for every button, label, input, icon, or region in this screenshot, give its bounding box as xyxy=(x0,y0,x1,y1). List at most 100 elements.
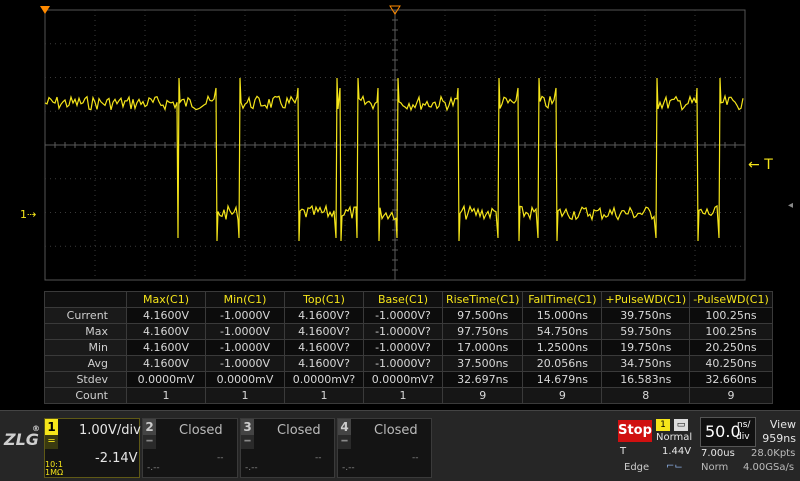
timebase-unit-bottom: div xyxy=(736,432,750,442)
ch4-right-value: -- xyxy=(412,453,419,463)
view-window[interactable]: View 959ns xyxy=(758,417,800,447)
measurement-cell: 17.000ns xyxy=(441,339,524,356)
trigger-level-label: T xyxy=(764,157,773,173)
measurement-row-label: Count xyxy=(44,387,127,404)
measurement-column-header: +PulseWD(C1) xyxy=(601,291,691,308)
arrow-right-icon: ⇢ xyxy=(27,208,37,221)
trigger-level: 1.44V xyxy=(662,446,692,457)
ch3-left-value: -.-- xyxy=(245,463,258,473)
ch3-number: 3 xyxy=(241,419,254,435)
trigger-label: T xyxy=(620,446,627,457)
measurement-cell: 4.1600V xyxy=(126,339,206,356)
brand-logo: ZLG ® xyxy=(4,424,40,456)
oscilloscope-screen: ← T 1⇢ ◂ Max(C1) Min(C1) Top(C1) Base(C1) Ri… xyxy=(0,0,800,480)
measurement-column-header: Max(C1) xyxy=(126,291,206,308)
measurement-row-label: Min xyxy=(44,339,127,356)
ch2-disabled-icon: ━ xyxy=(143,435,156,449)
measurement-cell: 4.1600V? xyxy=(284,323,364,340)
ch3-disabled-icon: ━ xyxy=(241,435,254,449)
ch2-left-value: -.-- xyxy=(147,463,160,473)
measurement-cell: 0.0000mV xyxy=(205,371,285,388)
measurement-column-header: Min(C1) xyxy=(205,291,285,308)
view-points: 959ns xyxy=(762,432,796,445)
registered-mark: ® xyxy=(32,424,40,433)
timebase-unit-top: ns/ xyxy=(737,420,751,430)
measurement-cell: 8 xyxy=(601,387,691,404)
trigger-level-marker[interactable]: ← T xyxy=(748,157,773,173)
measurement-corner xyxy=(44,291,127,308)
measurement-header-row: Max(C1) Min(C1) Top(C1) Base(C1) RiseTime(C1… xyxy=(44,291,773,308)
measurement-cell: 32.660ns xyxy=(689,371,773,388)
measurement-cell: 37.500ns xyxy=(441,355,524,372)
measurement-cell: 20.056ns xyxy=(522,355,603,372)
measurement-cell: -1.0000V xyxy=(205,307,285,324)
measurement-cell: 15.000ns xyxy=(522,307,603,324)
measurement-cell: 4.1600V xyxy=(126,323,206,340)
trigger-slope-icon: ▭ xyxy=(674,419,688,431)
measurement-cell: 59.750ns xyxy=(601,323,691,340)
ch2-panel[interactable]: 2 ━ Closed -.-- -- xyxy=(142,418,238,478)
measurement-cell: 97.500ns xyxy=(441,307,524,324)
measurement-row: Stdev 0.0000mV 0.0000mV 0.0000mV? 0.0000mV? 3… xyxy=(44,371,773,388)
measurement-cell: 0.0000mV xyxy=(126,371,206,388)
run-stop-button[interactable]: Stop xyxy=(618,420,652,442)
measurement-table: Max(C1) Min(C1) Top(C1) Base(C1) RiseTime(C1… xyxy=(44,291,773,404)
ch2-status: Closed xyxy=(179,423,223,438)
ch2-right-value: -- xyxy=(217,453,224,463)
measurement-cell: 97.750ns xyxy=(441,323,524,340)
measurement-row: Min 4.1600V -1.0000V 4.1600V? -1.0000V? 17.00… xyxy=(44,339,773,356)
ch1-impedance: 1MΩ xyxy=(45,468,64,477)
ch4-disabled-icon: ━ xyxy=(338,435,351,449)
measurement-cell: 100.25ns xyxy=(689,307,773,324)
measurement-row: Count 1 1 1 1 9 9 8 9 xyxy=(44,387,773,404)
view-label: View xyxy=(769,418,796,431)
ch1-ground-marker[interactable]: 1⇢ xyxy=(20,208,36,221)
measurement-cell: 39.750ns xyxy=(601,307,691,324)
measurement-cell: 16.583ns xyxy=(601,371,691,388)
measurement-cell: -1.0000V xyxy=(205,355,285,372)
side-menu-tab[interactable]: ◂ xyxy=(788,200,793,211)
ch1-coupling: 10:1 1MΩ xyxy=(45,461,63,477)
edge-icon: ⌐⌙ xyxy=(666,461,683,472)
measurement-cell: 34.750ns xyxy=(601,355,691,372)
ch1-scale: 1.00V/div xyxy=(79,423,141,438)
measurement-cell: 1 xyxy=(284,387,364,404)
measurement-cell: 9 xyxy=(689,387,773,404)
measurement-row-label: Stdev xyxy=(44,371,127,388)
measurement-cell: 14.679ns xyxy=(522,371,603,388)
measurement-cell: 19.750ns xyxy=(601,339,691,356)
measurement-cell: 54.750ns xyxy=(522,323,603,340)
ch3-panel[interactable]: 3 ━ Closed -.-- -- xyxy=(240,418,335,478)
measurement-cell: 9 xyxy=(441,387,524,404)
acquisition-mode: Norm xyxy=(701,462,729,473)
measurement-column-header: Top(C1) xyxy=(284,291,364,308)
measurement-row: Current 4.1600V -1.0000V 4.1600V? -1.0000V? 9… xyxy=(44,307,773,324)
measurement-cell: -1.0000V? xyxy=(363,323,443,340)
measurement-cell: 1 xyxy=(205,387,285,404)
measurement-cell: 4.1600V xyxy=(126,355,206,372)
measurement-cell: 32.697ns xyxy=(441,371,524,388)
measurement-cell: -1.0000V xyxy=(205,323,285,340)
ch1-offset: -2.14V xyxy=(95,451,138,466)
measurement-row-label: Current xyxy=(44,307,127,324)
measurement-column-header: FallTime(C1) xyxy=(522,291,603,308)
timebase-control[interactable]: 50.0 ns/ div xyxy=(700,417,756,447)
arrow-left-icon: ← xyxy=(748,157,760,173)
measurement-cell: 4.1600V? xyxy=(284,339,364,356)
measurement-cell: 4.1600V xyxy=(126,307,206,324)
measurement-row: Max 4.1600V -1.0000V 4.1600V? -1.0000V? 97.75… xyxy=(44,323,773,340)
trigger-source-badge: 1 xyxy=(656,419,670,431)
ch1-panel[interactable]: 1 ═ 10:1 1MΩ 1.00V/div -2.14V xyxy=(44,418,141,478)
measurement-column-header: Base(C1) xyxy=(363,291,443,308)
ch4-status: Closed xyxy=(374,423,418,438)
trigger-panel[interactable]: 1 ▭ Normal T 1.44V Edge ⌐⌙ xyxy=(620,417,698,479)
ch3-right-value: -- xyxy=(315,453,322,463)
measurement-row: Avg 4.1600V -1.0000V 4.1600V? -1.0000V? 37.50… xyxy=(44,355,773,372)
ch4-panel[interactable]: 4 ━ Closed -.-- -- xyxy=(337,418,432,478)
measurement-cell: 1 xyxy=(363,387,443,404)
measurement-row-label: Avg xyxy=(44,355,127,372)
measurement-cell: 40.250ns xyxy=(689,355,773,372)
ch1-number: 1 xyxy=(45,419,58,435)
measurement-cell: -1.0000V? xyxy=(363,355,443,372)
measurement-cell: 0.0000mV? xyxy=(363,371,443,388)
